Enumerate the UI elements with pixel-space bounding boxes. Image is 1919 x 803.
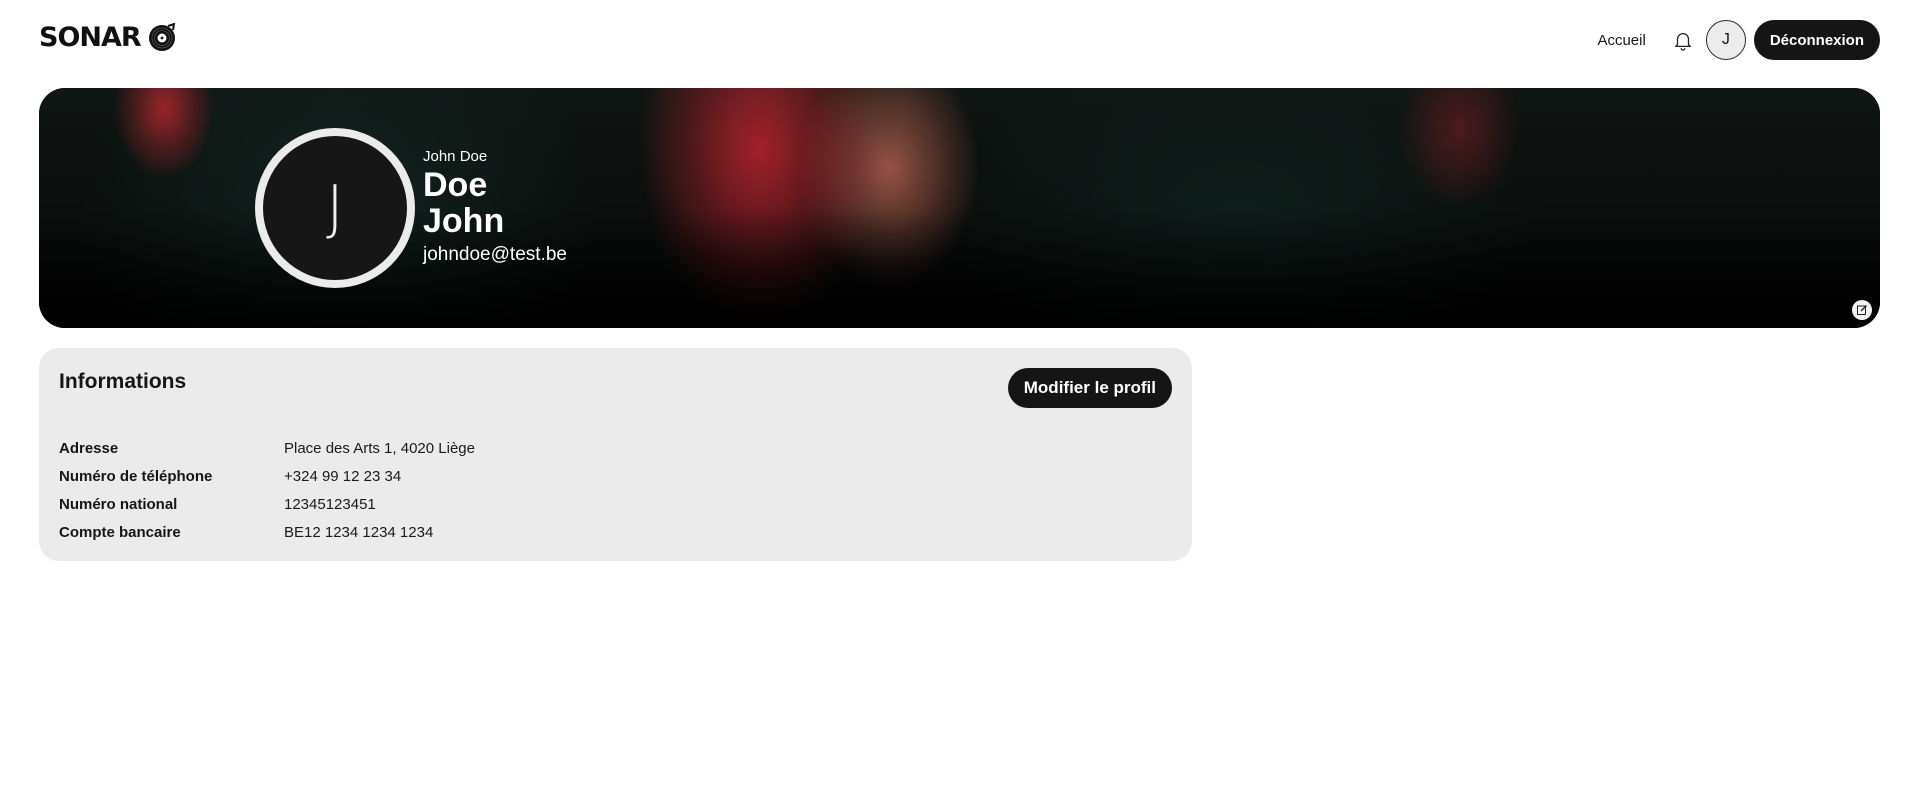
info-label: Adresse xyxy=(59,439,119,457)
info-label: Compte bancaire xyxy=(59,523,181,541)
profile-banner: J John Doe Doe John johndoe@test.be xyxy=(39,88,1880,328)
profile-identity: John Doe Doe John johndoe@test.be xyxy=(423,148,567,266)
info-row-address: Adresse Place des Arts 1, 4020 Liège xyxy=(59,434,475,462)
edit-profile-button[interactable]: Modifier le profil xyxy=(1007,368,1172,408)
nav-link-home[interactable]: Accueil xyxy=(1597,32,1645,49)
edit-banner-button[interactable] xyxy=(1852,300,1872,320)
info-row-phone: Numéro de téléphone +324 99 12 23 34 xyxy=(59,462,475,490)
logout-button[interactable]: Déconnexion xyxy=(1753,20,1880,60)
info-row-national-number: Numéro national 12345123451 xyxy=(59,490,475,518)
info-label: Numéro national xyxy=(59,495,178,513)
info-value: BE12 1234 1234 1234 xyxy=(284,523,434,541)
profile-first-name: John xyxy=(423,202,505,240)
informations-title: Informations xyxy=(59,370,187,393)
user-avatar[interactable]: J xyxy=(1705,20,1746,60)
profile-avatar-initial: J xyxy=(326,173,344,243)
logo-text: SONAR xyxy=(39,22,142,53)
nav-right: Accueil J Déconnexion xyxy=(1597,20,1880,60)
info-value: Place des Arts 1, 4020 Liège xyxy=(284,439,475,457)
info-label: Numéro de téléphone xyxy=(59,467,213,485)
edit-icon xyxy=(1857,305,1867,315)
info-row-bank-account: Compte bancaire BE12 1234 1234 1234 xyxy=(59,518,475,546)
bell-icon[interactable] xyxy=(1672,29,1694,51)
vinyl-record-icon xyxy=(148,22,175,51)
logo[interactable]: SONAR xyxy=(39,22,177,53)
info-value: +324 99 12 23 34 xyxy=(284,467,402,485)
informations-list: Adresse Place des Arts 1, 4020 Liège Num… xyxy=(59,434,475,546)
top-navigation-bar: SONAR Accueil J Déconnexion xyxy=(0,0,1919,80)
profile-full-name: John Doe xyxy=(423,148,488,165)
profile-last-name: Doe xyxy=(423,166,488,204)
profile-email: johndoe@test.be xyxy=(423,244,567,265)
user-avatar-initial: J xyxy=(1721,31,1730,48)
informations-card: Informations Modifier le profil Adresse … xyxy=(39,348,1192,561)
info-value: 12345123451 xyxy=(284,495,376,513)
profile-avatar: J xyxy=(255,128,415,288)
